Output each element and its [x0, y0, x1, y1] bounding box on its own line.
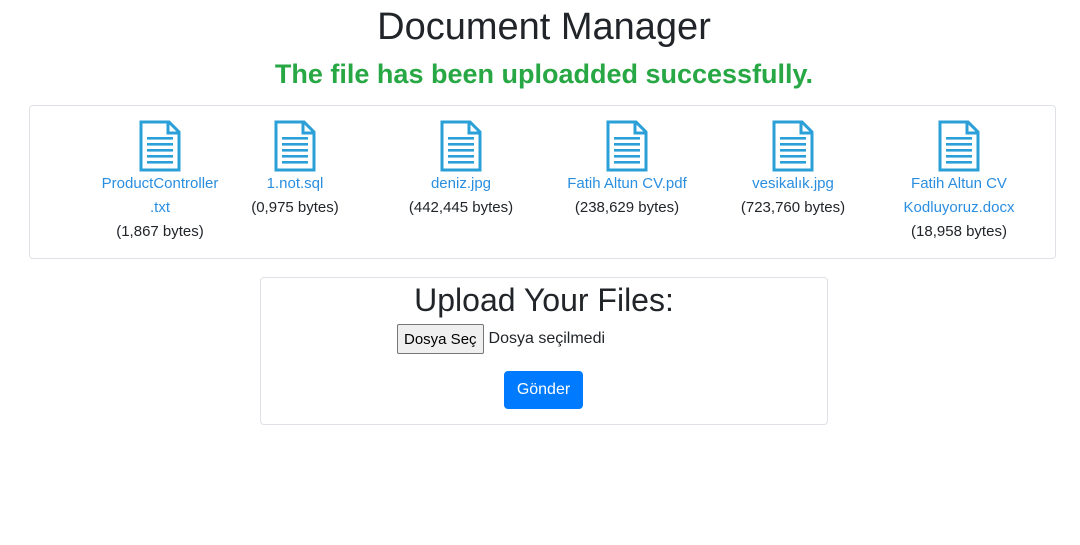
choose-file-button[interactable]: Dosya Seç [397, 324, 484, 354]
no-file-selected-label: Dosya seçilmedi [488, 330, 606, 347]
success-message: The file has been uploadded successfully… [274, 59, 814, 89]
file-input[interactable]: Dosya Seç Dosya seçilmedi [397, 324, 605, 354]
file-link[interactable]: Fatih Altun CV.pdf [544, 172, 710, 196]
file-link[interactable]: deniz.jpg [378, 172, 544, 196]
file-item: Fatih Altun CV.pdf (238,629 bytes) [544, 120, 710, 220]
file-size: (0,975 bytes) [251, 199, 339, 216]
file-size: (1,867 bytes) [116, 223, 204, 240]
document-icon[interactable] [138, 120, 182, 172]
file-item: Fatih Altun CV Kodluyoruz.docx (18,958 by… [876, 120, 1042, 244]
file-link[interactable]: vesikalık.jpg [710, 172, 876, 196]
document-icon[interactable] [771, 120, 815, 172]
file-size: (18,958 bytes) [911, 223, 1007, 240]
file-size: (442,445 bytes) [408, 199, 514, 216]
file-item: 1.not.sql (0,975 bytes) [212, 120, 378, 220]
page-title: Document Manager [377, 6, 711, 48]
document-icon[interactable] [937, 120, 981, 172]
document-icon[interactable] [273, 120, 317, 172]
file-item: deniz.jpg (442,445 bytes) [378, 120, 544, 220]
upload-title: Upload Your Files: [414, 282, 674, 318]
file-link[interactable]: Fatih Altun CV Kodluyoruz.docx [876, 172, 1042, 220]
file-size: (723,760 bytes) [740, 199, 846, 216]
file-link[interactable]: 1.not.sql [212, 172, 378, 196]
file-item: vesikalık.jpg (723,760 bytes) [710, 120, 876, 220]
submit-button[interactable]: Gönder [504, 371, 583, 409]
file-list-panel: ProductController .txt (1,867 bytes) 1.no… [29, 105, 1056, 259]
document-icon[interactable] [439, 120, 483, 172]
document-icon[interactable] [605, 120, 649, 172]
upload-panel: Upload Your Files: Dosya Seç Dosya seçil… [260, 277, 828, 425]
file-size: (238,629 bytes) [574, 199, 680, 216]
